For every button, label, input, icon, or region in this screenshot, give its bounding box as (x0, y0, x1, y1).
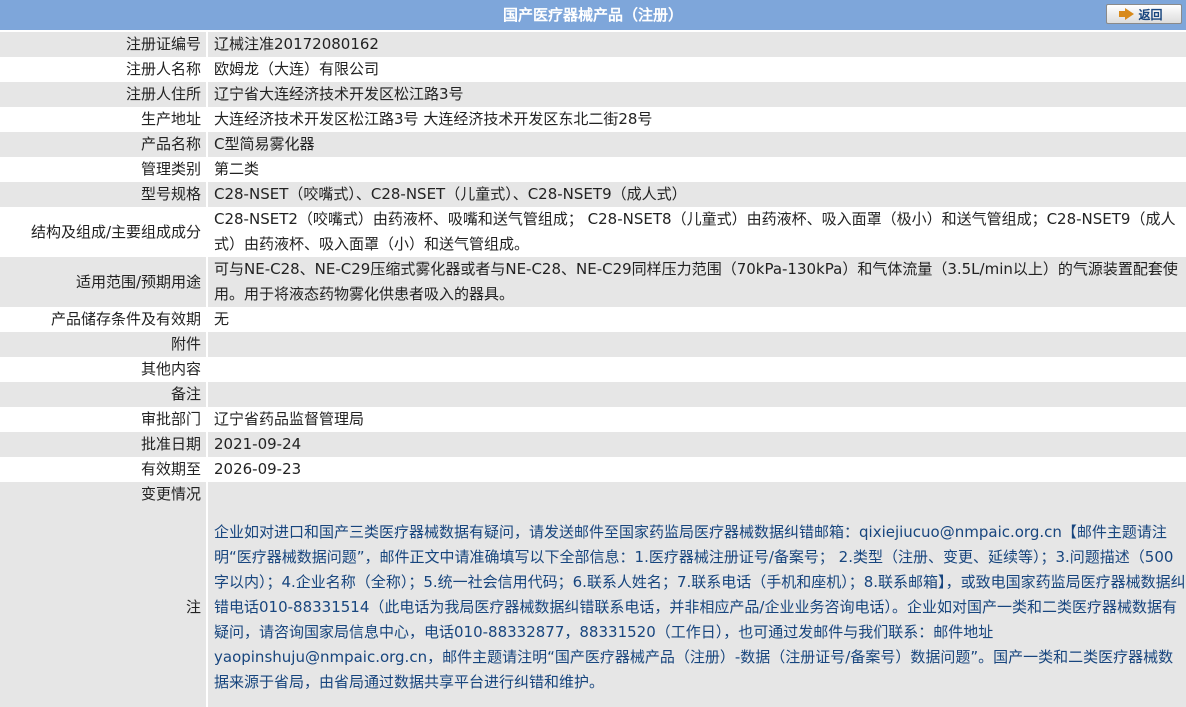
field-label: 适用范围/预期用途 (0, 257, 207, 307)
field-value (206, 382, 1186, 407)
note-text: 企业如对进口和国产三类医疗器械数据有疑问，请发送邮件至国家药监局医疗器械数据纠错… (206, 507, 1186, 707)
table-row: 注册人住所 辽宁省大连经济技术开发区松江路3号 (0, 82, 1186, 107)
detail-table: 注册证编号 辽械注准20172080162 注册人名称 欧姆龙（大连）有限公司 … (0, 32, 1186, 707)
note-row: 注 企业如对进口和国产三类医疗器械数据有疑问，请发送邮件至国家药监局医疗器械数据… (0, 507, 1186, 707)
table-row: 适用范围/预期用途 可与NE-C28、NE-C29压缩式雾化器或者与NE-C28… (0, 257, 1186, 307)
field-label: 注册人住所 (0, 82, 207, 107)
field-value: 辽宁省大连经济技术开发区松江路3号 (206, 82, 1186, 107)
field-value: 2026-09-23 (206, 457, 1186, 482)
field-value (206, 357, 1186, 382)
field-label: 有效期至 (0, 457, 207, 482)
table-row: 注册证编号 辽械注准20172080162 (0, 32, 1186, 57)
field-value: 2021-09-24 (206, 432, 1186, 457)
table-row: 型号规格 C28-NSET（咬嘴式）、C28-NSET（儿童式）、C28-NSE… (0, 182, 1186, 207)
note-label: 注 (0, 507, 207, 707)
table-row: 变更情况 (0, 482, 1186, 507)
field-label: 产品储存条件及有效期 (0, 307, 207, 332)
table-row: 附件 (0, 332, 1186, 357)
field-label: 注册证编号 (0, 32, 207, 57)
field-value: C型简易雾化器 (206, 132, 1186, 157)
field-value: 无 (206, 307, 1186, 332)
field-label: 备注 (0, 382, 207, 407)
page-header: 国产医疗器械产品（注册） 返回 (0, 0, 1186, 32)
back-button-label: 返回 (1138, 7, 1163, 22)
field-label: 生产地址 (0, 107, 207, 132)
field-label: 其他内容 (0, 357, 207, 382)
field-label: 变更情况 (0, 482, 207, 507)
table-row: 备注 (0, 382, 1186, 407)
back-button[interactable]: 返回 (1106, 4, 1182, 24)
field-value (206, 482, 1186, 507)
field-value: 欧姆龙（大连）有限公司 (206, 57, 1186, 82)
field-value: 第二类 (206, 157, 1186, 182)
field-value: 辽宁省药品监督管理局 (206, 407, 1186, 432)
table-row: 产品名称 C型简易雾化器 (0, 132, 1186, 157)
field-label: 型号规格 (0, 182, 207, 207)
table-row: 产品储存条件及有效期 无 (0, 307, 1186, 332)
table-row: 批准日期 2021-09-24 (0, 432, 1186, 457)
field-label: 批准日期 (0, 432, 207, 457)
field-label: 管理类别 (0, 157, 207, 182)
field-label: 产品名称 (0, 132, 207, 157)
field-value: C28-NSET2（咬嘴式）由药液杯、吸嘴和送气管组成； C28-NSET8（儿… (206, 207, 1186, 257)
field-label: 审批部门 (0, 407, 207, 432)
field-label: 附件 (0, 332, 207, 357)
field-value: 可与NE-C28、NE-C29压缩式雾化器或者与NE-C28、NE-C29同样压… (206, 257, 1186, 307)
field-value: 大连经济技术开发区松江路3号 大连经济技术开发区东北二街28号 (206, 107, 1186, 132)
field-value: C28-NSET（咬嘴式）、C28-NSET（儿童式）、C28-NSET9（成人… (206, 182, 1186, 207)
table-row: 有效期至 2026-09-23 (0, 457, 1186, 482)
page-title: 国产医疗器械产品（注册） (502, 6, 683, 24)
table-row: 注册人名称 欧姆龙（大连）有限公司 (0, 57, 1186, 82)
field-value: 辽械注准20172080162 (206, 32, 1186, 57)
arrow-right-icon (1119, 8, 1135, 20)
table-row: 管理类别 第二类 (0, 157, 1186, 182)
field-value (206, 332, 1186, 357)
table-row: 其他内容 (0, 357, 1186, 382)
table-row: 生产地址 大连经济技术开发区松江路3号 大连经济技术开发区东北二街28号 (0, 107, 1186, 132)
field-label: 结构及组成/主要组成成分 (0, 207, 207, 257)
field-label: 注册人名称 (0, 57, 207, 82)
table-row: 结构及组成/主要组成成分 C28-NSET2（咬嘴式）由药液杯、吸嘴和送气管组成… (0, 207, 1186, 257)
table-row: 审批部门 辽宁省药品监督管理局 (0, 407, 1186, 432)
